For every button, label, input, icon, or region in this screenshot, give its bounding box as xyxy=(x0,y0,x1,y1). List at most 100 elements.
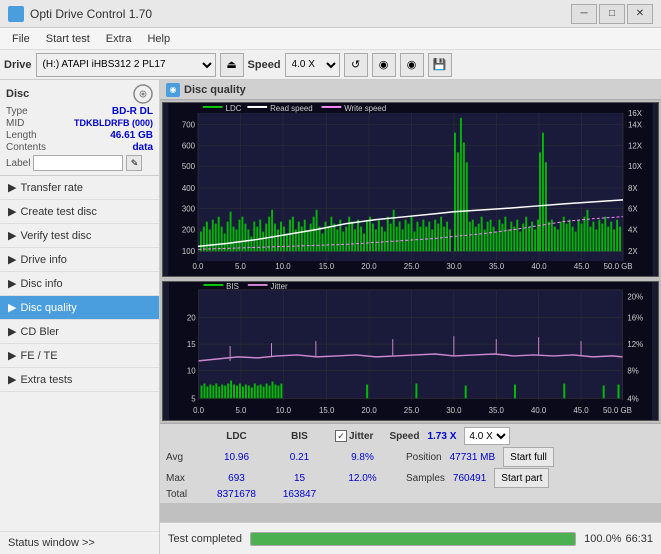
nav-cd-bler[interactable]: ▶ CD Bler xyxy=(0,320,159,344)
status-window-item[interactable]: Status window >> xyxy=(0,531,159,554)
bis-total: 163847 xyxy=(272,489,327,500)
svg-text:50.0 GB: 50.0 GB xyxy=(603,406,632,415)
avg-label: Avg xyxy=(166,452,201,463)
label-input[interactable] xyxy=(33,155,123,171)
nav-disc-quality[interactable]: ▶ Disc quality xyxy=(0,296,159,320)
start-part-button[interactable]: Start part xyxy=(494,468,549,488)
nav-label-cd-bler: CD Bler xyxy=(20,326,59,338)
nav-disc-info[interactable]: ▶ Disc info xyxy=(0,272,159,296)
save-button[interactable]: 💾 xyxy=(428,53,452,77)
menu-start-test[interactable]: Start test xyxy=(38,31,98,47)
maximize-button[interactable]: □ xyxy=(599,4,625,24)
sidebar: Disc Type BD-R DL MID TDKBLDRFB (000) Le… xyxy=(0,80,160,554)
chart-bottom: 5 10 15 20 4% 8% 12% 16% 20% 0.0 5.0 10.… xyxy=(162,281,659,421)
max-label: Max xyxy=(166,473,201,484)
svg-text:LDC: LDC xyxy=(226,104,242,113)
status-text: Test completed xyxy=(168,533,242,545)
ldc-total: 8371678 xyxy=(209,489,264,500)
close-button[interactable]: ✕ xyxy=(627,4,653,24)
svg-text:40.0: 40.0 xyxy=(531,262,547,271)
nav-label-create-test-disc: Create test disc xyxy=(20,206,96,218)
nav-drive-info[interactable]: ▶ Drive info xyxy=(0,248,159,272)
jitter-checkbox[interactable]: ✓ xyxy=(335,430,347,442)
eject-button[interactable]: ⏏ xyxy=(220,53,244,77)
svg-text:14X: 14X xyxy=(628,121,643,130)
app-title: Opti Drive Control 1.70 xyxy=(30,7,152,21)
length-label: Length xyxy=(6,130,37,141)
svg-text:25.0: 25.0 xyxy=(404,262,420,271)
svg-text:10.0: 10.0 xyxy=(275,262,291,271)
svg-text:700: 700 xyxy=(182,121,196,130)
nav-label-verify-test-disc: Verify test disc xyxy=(20,230,91,242)
type-label: Type xyxy=(6,106,28,117)
svg-text:Jitter: Jitter xyxy=(271,282,288,291)
progress-time: 66:31 xyxy=(625,533,653,545)
svg-text:8%: 8% xyxy=(627,367,638,376)
label-edit-button[interactable]: ✎ xyxy=(126,155,142,171)
speed-header: Speed xyxy=(389,431,419,442)
speed-result-value: 1.73 X xyxy=(427,431,456,442)
position-val: 47731 MB xyxy=(450,452,496,463)
disc-check-button1[interactable]: ◉ xyxy=(372,53,396,77)
menu-help[interactable]: Help xyxy=(139,31,178,47)
menu-file[interactable]: File xyxy=(4,31,38,47)
speed-select-toolbar[interactable]: 4.0 X xyxy=(285,53,340,77)
ldc-max: 693 xyxy=(209,473,264,484)
speed-refresh-button[interactable]: ↺ xyxy=(344,53,368,77)
svg-text:Read speed: Read speed xyxy=(270,104,313,113)
svg-text:15: 15 xyxy=(187,340,196,349)
svg-text:4X: 4X xyxy=(628,226,638,235)
svg-text:10X: 10X xyxy=(628,162,643,171)
speed-label: Speed xyxy=(248,59,281,71)
nav-icon-drive-info: ▶ xyxy=(8,253,16,266)
disc-icon xyxy=(133,84,153,104)
bis-avg: 0.21 xyxy=(272,452,327,463)
svg-text:0.0: 0.0 xyxy=(192,262,204,271)
type-value: BD-R DL xyxy=(112,106,153,117)
svg-text:30.0: 30.0 xyxy=(446,262,462,271)
svg-text:500: 500 xyxy=(182,162,196,171)
nav-create-test-disc[interactable]: ▶ Create test disc xyxy=(0,200,159,224)
svg-text:2X: 2X xyxy=(628,247,638,256)
nav-transfer-rate[interactable]: ▶ Transfer rate xyxy=(0,176,159,200)
svg-text:35.0: 35.0 xyxy=(489,262,505,271)
sidebar-bottom: Status window >> xyxy=(0,531,159,554)
nav-label-disc-info: Disc info xyxy=(20,278,62,290)
drive-label: Drive xyxy=(4,59,32,71)
start-full-button[interactable]: Start full xyxy=(503,447,554,467)
charts-wrapper: 100 200 300 400 500 600 700 2X 4X 6X 8X … xyxy=(160,100,661,522)
drive-select[interactable]: (H:) ATAPI iHBS312 2 PL17 xyxy=(36,53,216,77)
svg-text:5.0: 5.0 xyxy=(235,262,247,271)
jitter-max: 12.0% xyxy=(335,473,390,484)
chart-icon: ◉ xyxy=(166,83,180,97)
content-area: ◉ Disc quality xyxy=(160,80,661,554)
disc-panel-title: Disc xyxy=(6,88,29,100)
disc-check-button2[interactable]: ◉ xyxy=(400,53,424,77)
jitter-checkbox-row: ✓ Jitter xyxy=(335,430,373,442)
progress-percent: 100.0% xyxy=(584,533,621,545)
speed-dropdown-stats[interactable]: 4.0 X xyxy=(464,427,510,445)
length-value: 46.61 GB xyxy=(110,130,153,141)
svg-text:100: 100 xyxy=(182,247,196,256)
svg-text:300: 300 xyxy=(182,205,196,214)
svg-text:8X: 8X xyxy=(628,184,638,193)
svg-text:600: 600 xyxy=(182,141,196,150)
nav-extra-tests[interactable]: ▶ Extra tests xyxy=(0,368,159,392)
nav-icon-create-test-disc: ▶ xyxy=(8,205,16,218)
svg-text:20.0: 20.0 xyxy=(361,406,377,415)
nav-fe-te[interactable]: ▶ FE / TE xyxy=(0,344,159,368)
nav-verify-test-disc[interactable]: ▶ Verify test disc xyxy=(0,224,159,248)
status-window-label: Status window >> xyxy=(8,537,95,549)
nav-icon-verify-test-disc: ▶ xyxy=(8,229,16,242)
stats-bar: LDC BIS ✓ Jitter Speed 1.73 X 4.0 X xyxy=(160,423,661,503)
svg-text:BIS: BIS xyxy=(226,282,239,291)
nav-icon-cd-bler: ▶ xyxy=(8,325,16,338)
nav-label-transfer-rate: Transfer rate xyxy=(20,182,83,194)
minimize-button[interactable]: ─ xyxy=(571,4,597,24)
svg-text:15.0: 15.0 xyxy=(319,262,335,271)
svg-text:45.0: 45.0 xyxy=(574,262,590,271)
chart-bottom-svg: 5 10 15 20 4% 8% 12% 16% 20% 0.0 5.0 10.… xyxy=(163,282,658,420)
menubar: File Start test Extra Help xyxy=(0,28,661,50)
nav-icon-disc-quality: ▶ xyxy=(8,301,16,314)
menu-extra[interactable]: Extra xyxy=(98,31,140,47)
